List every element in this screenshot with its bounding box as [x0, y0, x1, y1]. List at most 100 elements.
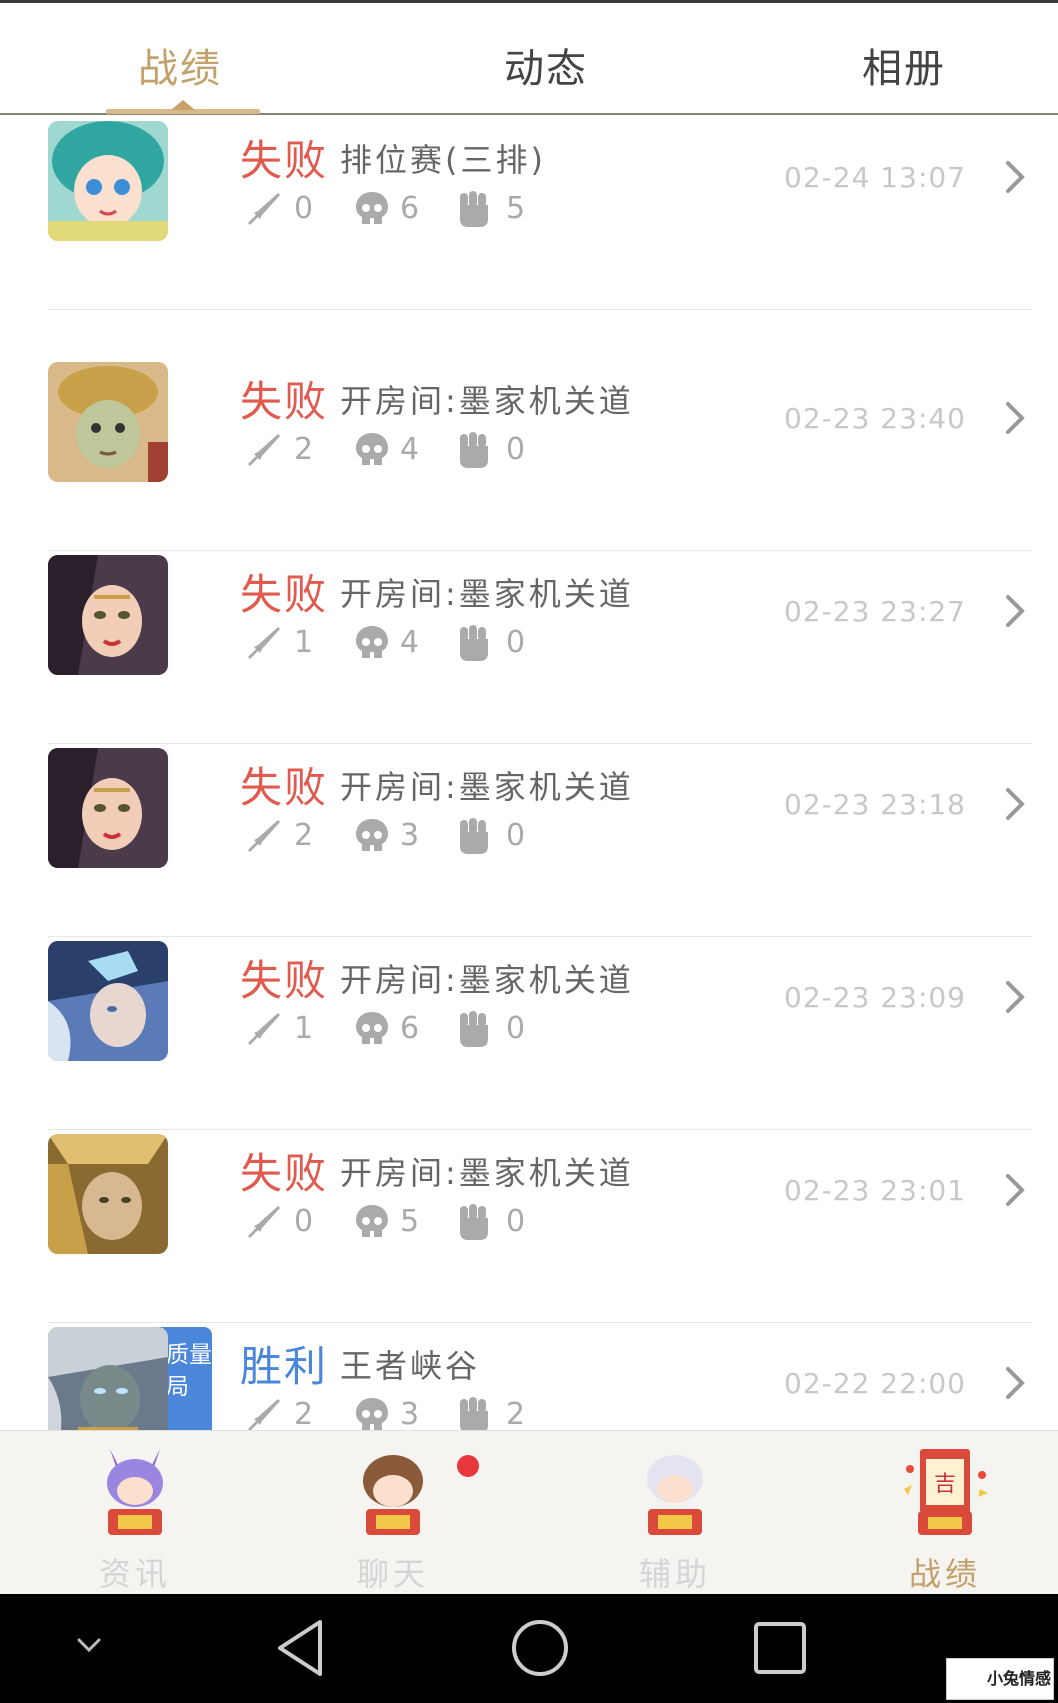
- sword-icon: [248, 627, 280, 659]
- chevron-right-icon: [1006, 1174, 1025, 1206]
- fist-icon: [460, 191, 488, 227]
- skull-icon: [356, 1398, 388, 1430]
- assists-value: 2: [506, 1397, 526, 1432]
- match-time: 02-23 23:01: [784, 1174, 966, 1207]
- fist-icon: [460, 818, 488, 854]
- kills-value: 2: [294, 1397, 314, 1432]
- match-row[interactable]: 失败 开房间:墨家机关道 1 6 0 02-23 23:09: [0, 889, 1058, 1130]
- chevron-right-icon: [1006, 161, 1025, 193]
- match-time: 02-24 13:07: [784, 161, 966, 194]
- chevron-right-icon: [1006, 981, 1025, 1013]
- sword-icon: [248, 1399, 280, 1431]
- home-icon[interactable]: [510, 1618, 570, 1678]
- fist-icon: [460, 625, 488, 661]
- match-time: 02-23 23:40: [784, 402, 966, 435]
- hero-avatar: [48, 748, 168, 868]
- deaths-value: 4: [400, 432, 420, 467]
- hero-avatar: [48, 1327, 168, 1447]
- kda-stats: 2 4 0: [244, 430, 604, 474]
- hero-avatar: [48, 555, 168, 675]
- hero-avatar: [48, 941, 168, 1061]
- match-time: 02-23 23:18: [784, 788, 966, 821]
- skull-icon: [356, 433, 388, 465]
- match-row[interactable]: 失败 开房间:墨家机关道 0 5 0 02-23 23:01: [0, 1082, 1058, 1323]
- recents-icon[interactable]: [752, 1620, 808, 1676]
- match-result: 失败: [240, 136, 329, 185]
- assists-value: 0: [506, 818, 526, 853]
- match-mode: 开房间:墨家机关道: [340, 1154, 634, 1192]
- nav-label: 辅助: [638, 1555, 711, 1593]
- fist-icon: [460, 1011, 488, 1047]
- match-mode: 排位赛(三排): [340, 141, 546, 179]
- match-row[interactable]: 失败 开房间:墨家机关道 1 4 0 02-23 23:27: [0, 503, 1058, 744]
- match-row[interactable]: 失败 开房间:墨家机关道 2 4 0 02-23 23:40: [0, 310, 1058, 551]
- sword-icon: [248, 193, 280, 225]
- kda-stats: 0 5 0: [244, 1202, 604, 1246]
- system-navigation-bar: [0, 1594, 1058, 1703]
- match-mode: 开房间:墨家机关道: [340, 961, 634, 999]
- match-mode: 王者峡谷: [340, 1347, 481, 1385]
- skull-icon: [356, 626, 388, 658]
- match-result: 失败: [240, 956, 329, 1005]
- nav-news[interactable]: 资讯: [60, 1439, 210, 1593]
- fist-icon: [460, 1204, 488, 1240]
- sword-icon: [248, 820, 280, 852]
- chevron-down-icon[interactable]: [74, 1630, 104, 1660]
- tab-feed[interactable]: 动态: [504, 36, 588, 94]
- skull-icon: [356, 192, 388, 224]
- match-row[interactable]: 失败 排位赛(三排) 0 6 5 02-24 13:07: [0, 117, 1058, 310]
- match-result: 失败: [240, 1149, 329, 1198]
- record-scroll-icon: 吉: [904, 1449, 988, 1535]
- chat-mascot-icon: [363, 1455, 423, 1535]
- kills-value: 1: [294, 625, 314, 660]
- match-result: 失败: [240, 377, 329, 426]
- nav-record[interactable]: 吉 战绩: [870, 1439, 1020, 1593]
- assist-mascot-icon: [647, 1455, 703, 1535]
- nav-label: 聊天: [356, 1555, 429, 1593]
- kda-stats: 1 4 0: [244, 623, 604, 667]
- tab-record[interactable]: 战绩: [138, 36, 222, 94]
- sword-icon: [248, 434, 280, 466]
- kda-stats: 0 6 5: [244, 189, 604, 233]
- deaths-value: 3: [400, 818, 420, 853]
- bottom-navigation: 资讯 聊天 辅助 吉 战绩: [0, 1430, 1058, 1594]
- deaths-value: 6: [400, 191, 420, 226]
- status-strip: [0, 0, 1058, 3]
- kills-value: 2: [294, 432, 314, 467]
- top-tab-bar: 战绩 动态 相册: [0, 0, 1058, 115]
- kills-value: 2: [294, 818, 314, 853]
- svg-text:吉: 吉: [934, 1472, 956, 1497]
- match-time: 02-22 22:00: [784, 1367, 966, 1400]
- fist-icon: [460, 1397, 488, 1433]
- hero-avatar: [48, 1134, 168, 1254]
- match-mode: 开房间:墨家机关道: [340, 382, 634, 420]
- match-mode: 开房间:墨家机关道: [340, 768, 634, 806]
- match-result: 胜利: [240, 1342, 329, 1391]
- hero-avatar-with-badge: 质量局: [48, 1327, 212, 1447]
- deaths-value: 3: [400, 1397, 420, 1432]
- assists-value: 0: [506, 1011, 526, 1046]
- kda-stats: 2 3 0: [244, 816, 604, 860]
- kda-stats: 1 6 0: [244, 1009, 604, 1053]
- back-icon[interactable]: [272, 1618, 328, 1678]
- tab-album[interactable]: 相册: [862, 36, 946, 94]
- nav-assist[interactable]: 辅助: [600, 1439, 750, 1593]
- match-mode: 开房间:墨家机关道: [340, 575, 634, 613]
- match-result: 失败: [240, 570, 329, 619]
- skull-icon: [356, 819, 388, 851]
- assists-value: 5: [506, 191, 526, 226]
- match-row[interactable]: 失败 开房间:墨家机关道 2 3 0 02-23 23:18: [0, 696, 1058, 937]
- kills-value: 0: [294, 1204, 314, 1239]
- watermark: 小兔情感: [946, 1658, 1054, 1700]
- deaths-value: 4: [400, 625, 420, 660]
- chevron-right-icon: [1006, 1367, 1025, 1399]
- sword-icon: [248, 1013, 280, 1045]
- hero-avatar: [48, 362, 168, 482]
- assists-value: 0: [506, 625, 526, 660]
- news-mascot-icon: [107, 1449, 163, 1535]
- skull-icon: [356, 1012, 388, 1044]
- match-time: 02-23 23:09: [784, 981, 966, 1014]
- nav-chat[interactable]: 聊天: [318, 1439, 468, 1593]
- nav-label: 战绩: [908, 1555, 981, 1593]
- kills-value: 1: [294, 1011, 314, 1046]
